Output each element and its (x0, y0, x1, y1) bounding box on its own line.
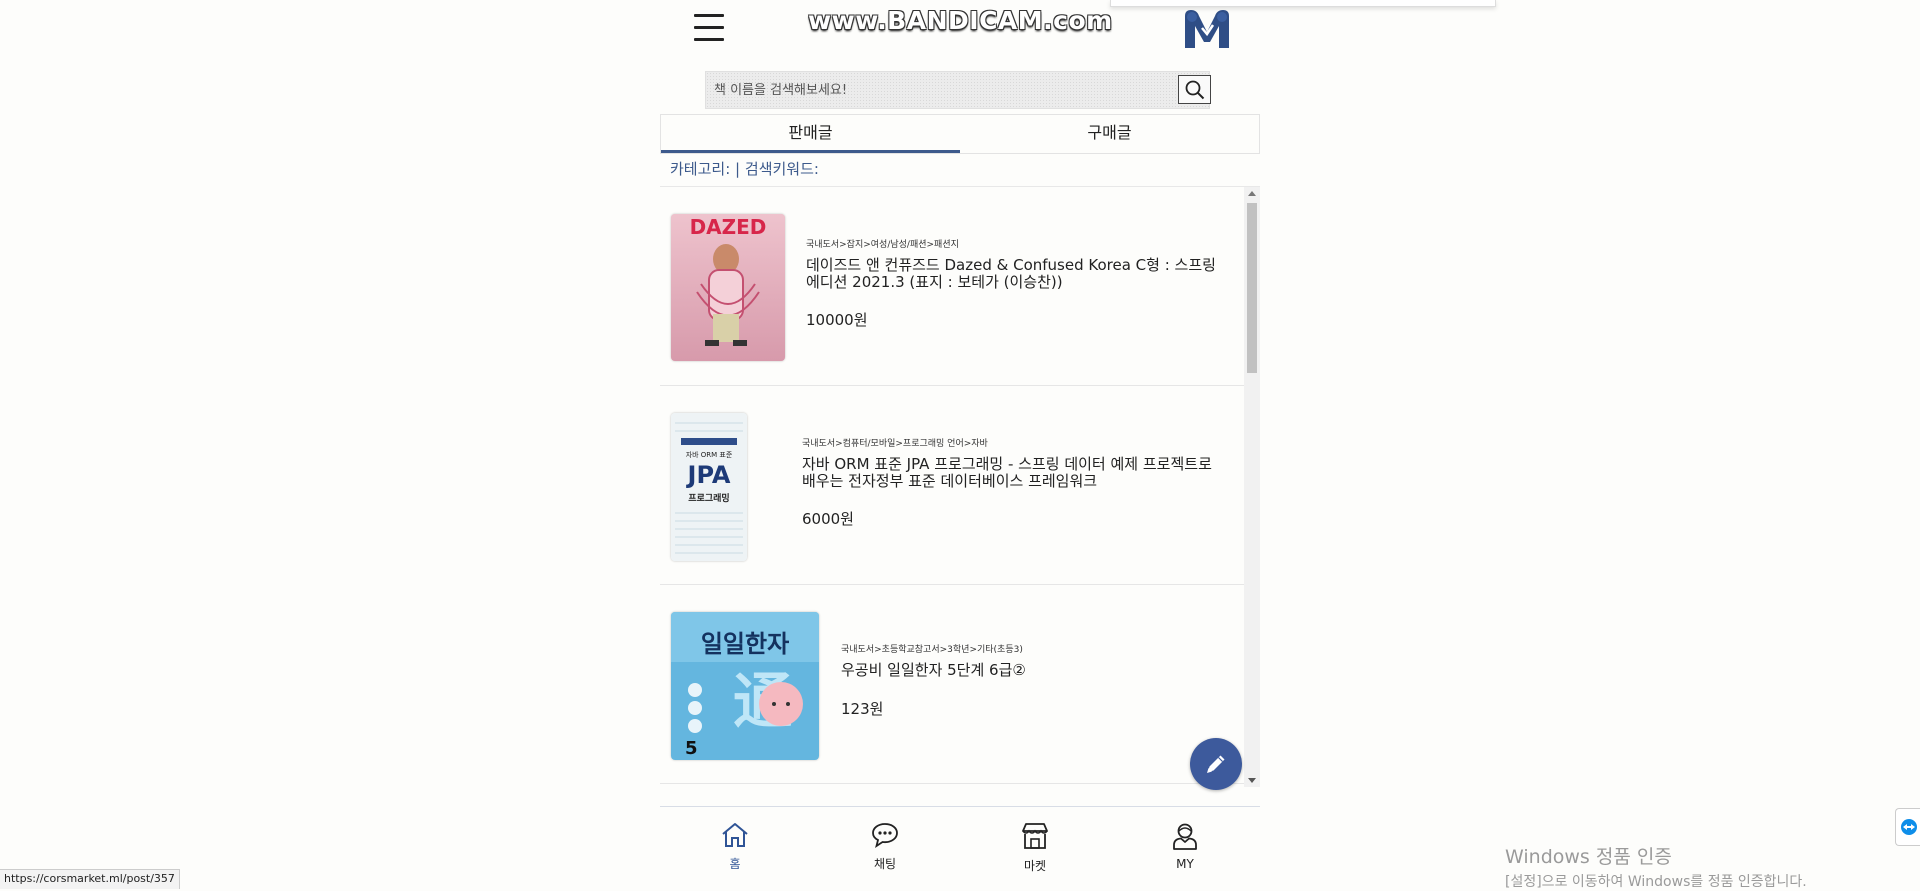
menu-line (694, 26, 724, 29)
cover-subtitle: 자바 ORM 표준 (686, 450, 733, 459)
cover-label: 프로그래밍 (688, 492, 729, 504)
search-icon (1185, 80, 1204, 99)
post-title[interactable]: 데이즈드 앤 컨퓨즈드 Dazed & Confused Korea C형 : … (806, 257, 1216, 291)
app-logo[interactable] (1182, 8, 1232, 50)
teamviewer-widget[interactable] (1895, 808, 1920, 846)
tab-sell-posts[interactable]: 판매글 (661, 115, 960, 153)
keyword-filter-label: 검색키워드: (744, 160, 819, 178)
windows-activation-notice: Windows 정품 인증 [설정]으로 이동하여 Windows를 정품 인증… (1505, 842, 1807, 891)
bottom-navigation: 홈 채팅 마켓 MY (660, 806, 1260, 889)
nav-my[interactable]: MY (1110, 807, 1260, 889)
nav-market-label: 마켓 (1023, 859, 1047, 873)
cover-masthead: DAZED (690, 215, 767, 239)
filter-summary: 카테고리: | 검색키워드: (670, 158, 819, 179)
post-item[interactable]: 자바 ORM 표준 JPA 프로그래밍 국내도서>컴퓨터/모바일>프로그래밍 언… (660, 386, 1244, 585)
cover-level: 5 (685, 738, 698, 759)
menu-line (694, 14, 724, 17)
cover-title: 일일한자 (701, 630, 789, 658)
scroll-thumb[interactable] (1247, 203, 1257, 373)
store-icon (1022, 823, 1048, 849)
post-category: 국내도서>잡지>여성/남성/패션>패션지 (806, 240, 959, 250)
user-icon (1173, 823, 1197, 850)
cover-title: JPA (686, 461, 731, 489)
post-category: 국내도서>컴퓨터/모바일>프로그래밍 언어>자바 (802, 439, 988, 449)
nav-market[interactable]: 마켓 (960, 807, 1110, 889)
teamviewer-icon (1900, 819, 1917, 835)
mobile-app-frame: www.BANDICAM.com 판매글 구매글 카테고리: | 검색키워드: (660, 0, 1496, 889)
windows-activation-title: Windows 정품 인증 (1505, 846, 1672, 868)
list-scrollbar[interactable] (1244, 187, 1260, 787)
search-input[interactable] (706, 72, 1166, 108)
menu-line (694, 38, 724, 41)
nav-chat[interactable]: 채팅 (810, 807, 960, 889)
nav-home[interactable]: 홈 (660, 807, 810, 889)
book-cover-jpa[interactable]: 자바 ORM 표준 JPA 프로그래밍 (671, 413, 747, 561)
link-status-bar: https://corsmarket.ml/post/357 (0, 869, 180, 889)
nav-home-label: 홈 (729, 857, 741, 871)
pencil-icon (1207, 755, 1225, 773)
post-item[interactable]: 일일한자 通 5 국내도서>초등학교참고서>3학년>기타(초등3) 우공비 일일… (660, 585, 1244, 784)
filter-separator: | (735, 160, 741, 178)
book-cover-dazed[interactable]: DAZED (671, 214, 785, 361)
post-type-tabs: 판매글 구매글 (660, 114, 1260, 154)
search-bar (705, 71, 1211, 109)
hamburger-menu-button[interactable] (694, 14, 724, 42)
post-price: 10000원 (806, 311, 868, 329)
post-list[interactable]: DAZED 국내도서>잡지>여성/남성/패션>패션지 데이즈드 앤 컨퓨즈드 D… (660, 186, 1260, 787)
scroll-up-arrow[interactable] (1248, 191, 1256, 196)
search-button[interactable] (1178, 75, 1211, 104)
home-icon (722, 823, 748, 847)
book-cover-hanja[interactable]: 일일한자 通 5 (671, 612, 819, 760)
chat-icon (872, 823, 898, 849)
post-price: 6000원 (802, 510, 854, 528)
post-category: 국내도서>초등학교참고서>3학년>기타(초등3) (841, 645, 1023, 655)
category-filter-label: 카테고리: (670, 160, 731, 178)
nav-my-label: MY (1176, 857, 1194, 871)
windows-activation-subtitle: [설정]으로 이동하여 Windows를 정품 인증합니다. (1505, 874, 1807, 890)
post-price: 123원 (841, 700, 884, 718)
post-item[interactable]: DAZED 국내도서>잡지>여성/남성/패션>패션지 데이즈드 앤 컨퓨즈드 D… (660, 187, 1244, 386)
top-popup-edge (1110, 0, 1496, 7)
post-title[interactable]: 자바 ORM 표준 JPA 프로그래밍 - 스프링 데이터 예제 프로젝트로 배… (802, 456, 1222, 490)
tab-buy-posts[interactable]: 구매글 (960, 115, 1259, 153)
bandicam-watermark: www.BANDICAM.com (808, 6, 1113, 35)
post-title[interactable]: 우공비 일일한자 5단계 6급② (841, 662, 1221, 679)
write-post-button[interactable] (1190, 738, 1242, 790)
nav-chat-label: 채팅 (873, 857, 897, 871)
scroll-down-arrow[interactable] (1248, 778, 1256, 783)
